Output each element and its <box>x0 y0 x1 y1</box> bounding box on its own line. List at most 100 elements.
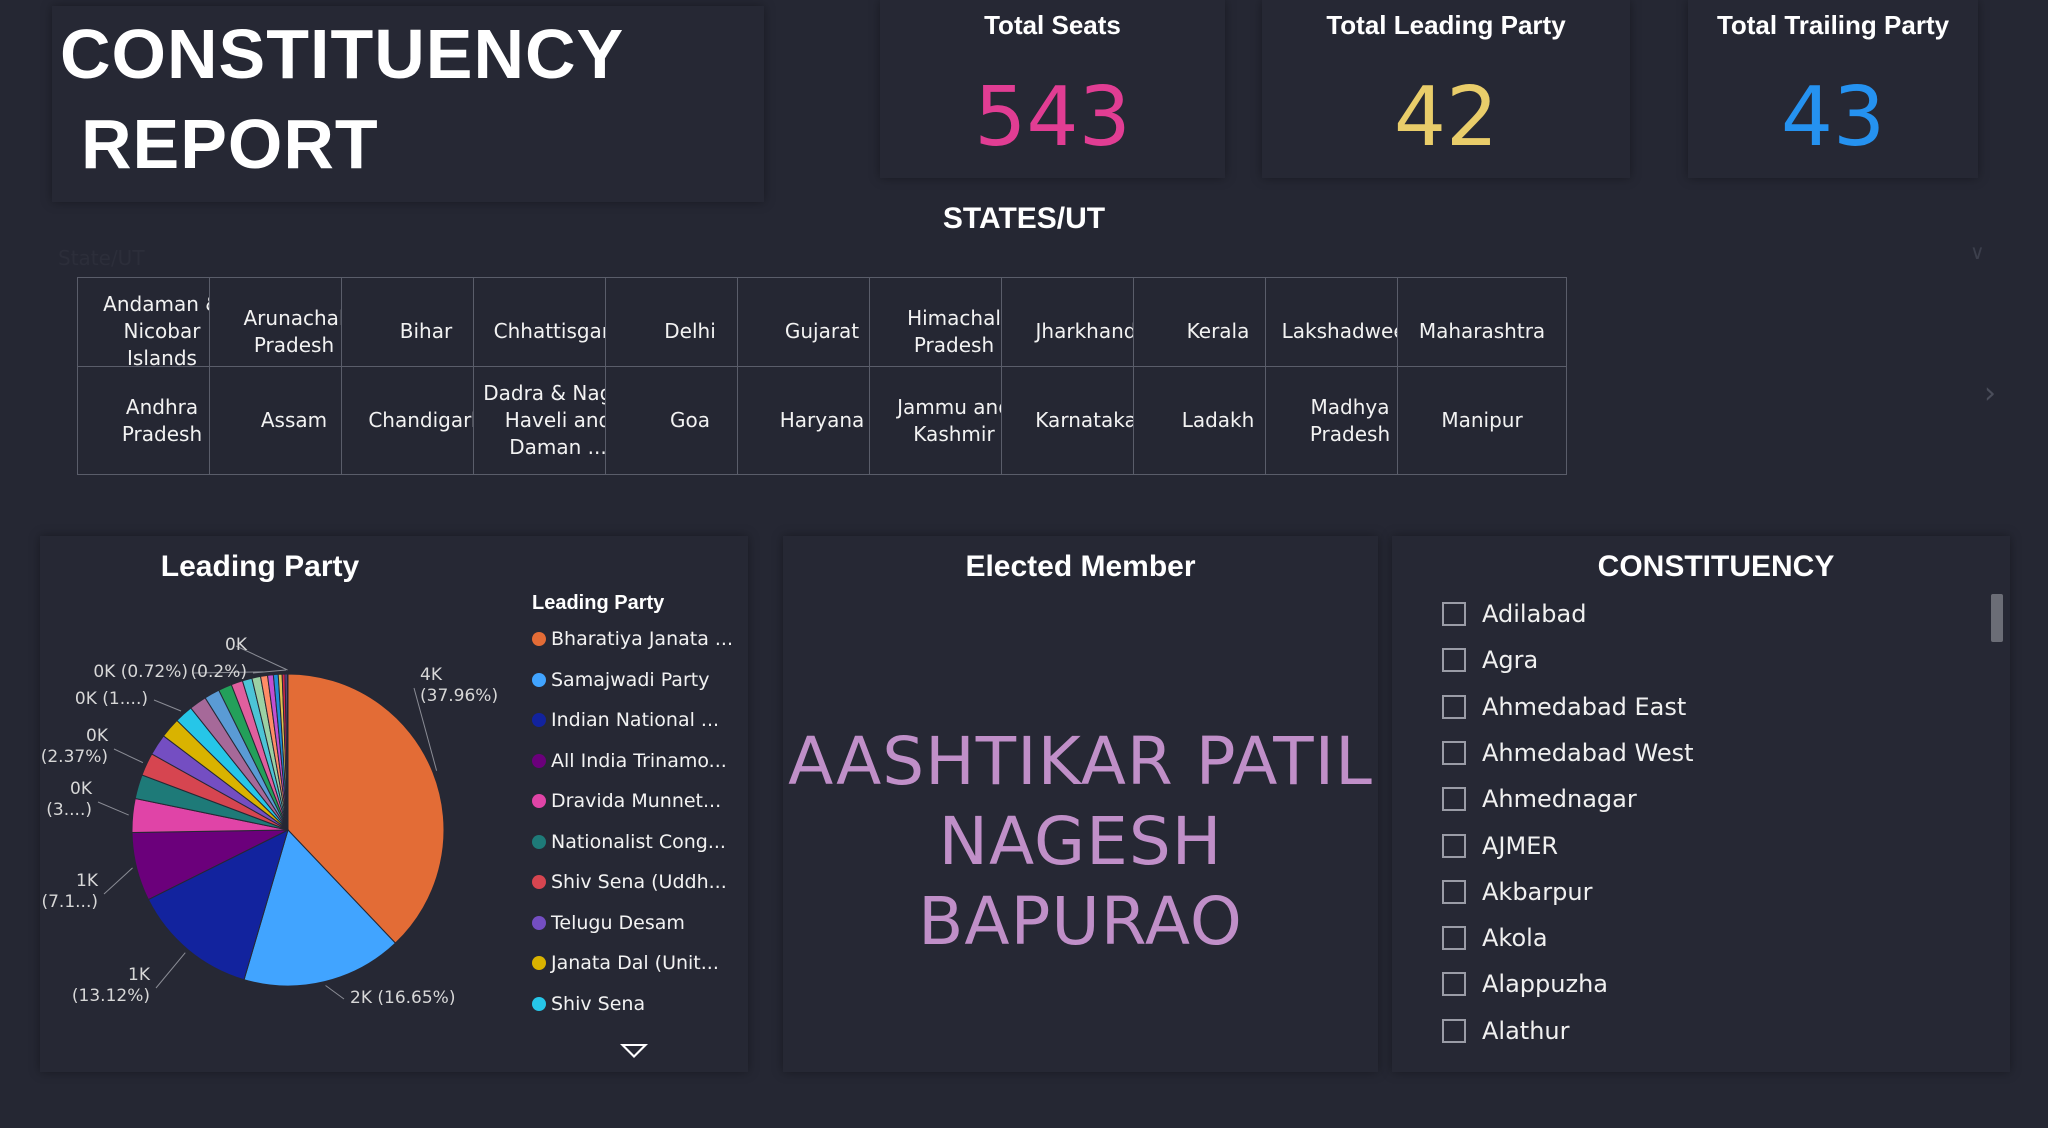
checkbox-icon[interactable] <box>1442 787 1466 812</box>
constituency-slicer-panel: CONSTITUENCY Adilabad Agra Ahmedabad East A… <box>1392 536 2010 1072</box>
elected-member-name: AASHTIKAR PATIL NAGESH BAPURAO <box>788 723 1373 960</box>
pie-data-label: 0K <box>225 635 248 655</box>
checkbox-icon[interactable] <box>1442 972 1466 997</box>
constituency-item-label: Agra <box>1482 646 1539 675</box>
constituency-item-label: Alathur <box>1482 1016 1570 1045</box>
constituency-item[interactable]: Akola <box>1442 918 1548 958</box>
constituency-item-label: Adilabad <box>1482 600 1587 628</box>
legend-dot-icon <box>532 915 546 930</box>
leading-party-panel: Leading Party 4K (37.96%) 2K (16.65%) 1K (13… <box>40 536 748 1072</box>
constituency-item[interactable]: Ahmednagar <box>1442 779 1637 819</box>
constituency-item-label: Ahmedabad West <box>1482 738 1694 767</box>
checkbox-icon[interactable] <box>1442 694 1466 719</box>
legend-item[interactable]: Bharatiya Janata ... <box>532 628 752 650</box>
total-seats-value: 543 <box>974 70 1131 165</box>
checkbox-icon[interactable] <box>1442 740 1466 765</box>
total-trailing-party-label: Total Trailing Party <box>1716 10 1950 40</box>
constituency-item-label: AJMER <box>1482 831 1559 860</box>
total-seats-card: Total Seats 543 <box>880 0 1225 178</box>
legend-item[interactable]: Nationalist Cong... <box>532 831 752 853</box>
legend-item-label: Shiv Sena <box>551 992 646 1015</box>
state-tile[interactable]: Manipur <box>1397 366 1567 475</box>
checkbox-icon[interactable] <box>1442 1018 1466 1043</box>
pie-leader-line <box>103 867 133 895</box>
legend-item[interactable]: Shiv Sena <box>532 993 752 1015</box>
total-trailing-party-value: 43 <box>1780 70 1886 165</box>
pie-leader-line <box>153 699 182 712</box>
pie-leader-line <box>97 801 129 816</box>
constituency-item[interactable]: AJMER <box>1442 826 1558 866</box>
legend-item-label: Bharatiya Janata ... <box>551 628 734 650</box>
constituency-title: CONSTITUENCY <box>1597 550 1835 583</box>
states-slicer-title: STATES/UT <box>942 202 1106 235</box>
leading-party-legend: Leading Party Bharatiya Janata ... Samajw… <box>530 592 740 1015</box>
pie-leader-line <box>113 748 144 764</box>
legend-item-label: Dravida Munnet... <box>551 790 722 812</box>
legend-dot-icon <box>532 875 546 889</box>
legend-item-label: Nationalist Cong... <box>551 830 726 853</box>
constituency-item[interactable]: Akbarpur <box>1442 872 1592 912</box>
pie-data-label: 0K (3....) <box>46 779 93 820</box>
legend-dot-icon <box>532 834 546 849</box>
constituency-scrollbar[interactable] <box>1991 594 2003 642</box>
checkbox-icon[interactable] <box>1442 926 1466 951</box>
constituency-item-label: Akbarpur <box>1482 877 1593 906</box>
legend-item-label: Telugu Desam <box>551 911 685 934</box>
checkbox-icon[interactable] <box>1442 833 1466 858</box>
checkbox-icon[interactable] <box>1442 879 1466 904</box>
chevron-right-icon[interactable]: › <box>1984 376 1996 411</box>
legend-dot-icon <box>532 956 546 970</box>
total-trailing-party-card: Total Trailing Party 43 <box>1688 0 1978 178</box>
legend-item-label: Janata Dal (Unit... <box>551 952 719 974</box>
constituency-item[interactable]: Alathur <box>1442 1011 1570 1051</box>
pie-data-label: 0K (1....) <box>75 689 148 709</box>
legend-item-label: All India Trinamo... <box>551 749 727 772</box>
pie-data-label: 4K (37.96%) <box>420 665 498 706</box>
legend-item[interactable]: Janata Dal (Unit... <box>532 952 752 974</box>
legend-dot-icon <box>532 632 546 646</box>
legend-item-label: Shiv Sena (Uddh... <box>551 871 727 893</box>
report-title-card: CONSTITUENCY REPORT <box>52 6 764 202</box>
constituency-item[interactable]: Adilabad <box>1442 594 1586 634</box>
pie-data-label: 1K (7.1...) <box>41 871 98 912</box>
legend-item[interactable]: Shiv Sena (Uddh... <box>532 871 752 893</box>
legend-item-label: Samajwadi Party <box>551 668 710 691</box>
constituency-item[interactable]: Agra <box>1442 640 1538 680</box>
state-ut-field-label: State/UT <box>58 246 145 270</box>
checkbox-icon[interactable] <box>1442 648 1466 673</box>
pie-data-label: 2K (16.65%) <box>350 988 455 1008</box>
legend-dot-icon <box>532 713 546 727</box>
legend-dot-icon <box>532 996 546 1011</box>
total-leading-party-card: Total Leading Party 42 <box>1262 0 1630 178</box>
legend-dot-icon <box>532 753 546 768</box>
constituency-item[interactable]: Ahmedabad West <box>1442 733 1694 773</box>
pie-data-label: (0.2%) <box>191 662 247 682</box>
pie-data-label: 0K (2.37%) <box>41 726 109 767</box>
legend-item[interactable]: Dravida Munnet... <box>532 790 752 812</box>
constituency-item[interactable]: Ahmedabad East <box>1442 687 1686 727</box>
elected-member-title: Elected Member <box>965 550 1196 583</box>
legend-item-label: Indian National ... <box>551 709 720 731</box>
legend-item[interactable]: Telugu Desam <box>532 912 752 934</box>
pie-leader-line <box>155 952 186 989</box>
total-leading-party-label: Total Leading Party <box>1326 10 1566 40</box>
constituency-item-label: Ahmedabad East <box>1482 692 1687 721</box>
checkbox-icon[interactable] <box>1442 602 1466 626</box>
report-title-line2: REPORT <box>81 105 379 183</box>
chevron-down-icon[interactable]: ∨ <box>1970 240 1992 264</box>
total-leading-party-value: 42 <box>1393 70 1499 165</box>
legend-scroll-down-icon[interactable] <box>620 1044 648 1058</box>
elected-member-panel: Elected Member AASHTIKAR PATIL NAGESH BA… <box>783 536 1378 1072</box>
legend-dot-icon <box>532 794 546 808</box>
constituency-item-label: Alappuzha <box>1482 970 1608 999</box>
legend-item[interactable]: Indian National ... <box>532 709 752 731</box>
legend-item[interactable]: All India Trinamo... <box>532 750 752 772</box>
constituency-item-label: Akola <box>1482 924 1548 953</box>
legend-title: Leading Party <box>532 592 665 614</box>
pie-leader-line <box>325 985 345 1000</box>
constituency-item[interactable]: Alappuzha <box>1442 964 1608 1004</box>
constituency-item-label: Ahmednagar <box>1482 785 1637 814</box>
legend-item[interactable]: Samajwadi Party <box>532 669 752 691</box>
legend-dot-icon <box>532 672 546 687</box>
pie-data-label: 1K (13.12%) <box>72 965 151 1006</box>
